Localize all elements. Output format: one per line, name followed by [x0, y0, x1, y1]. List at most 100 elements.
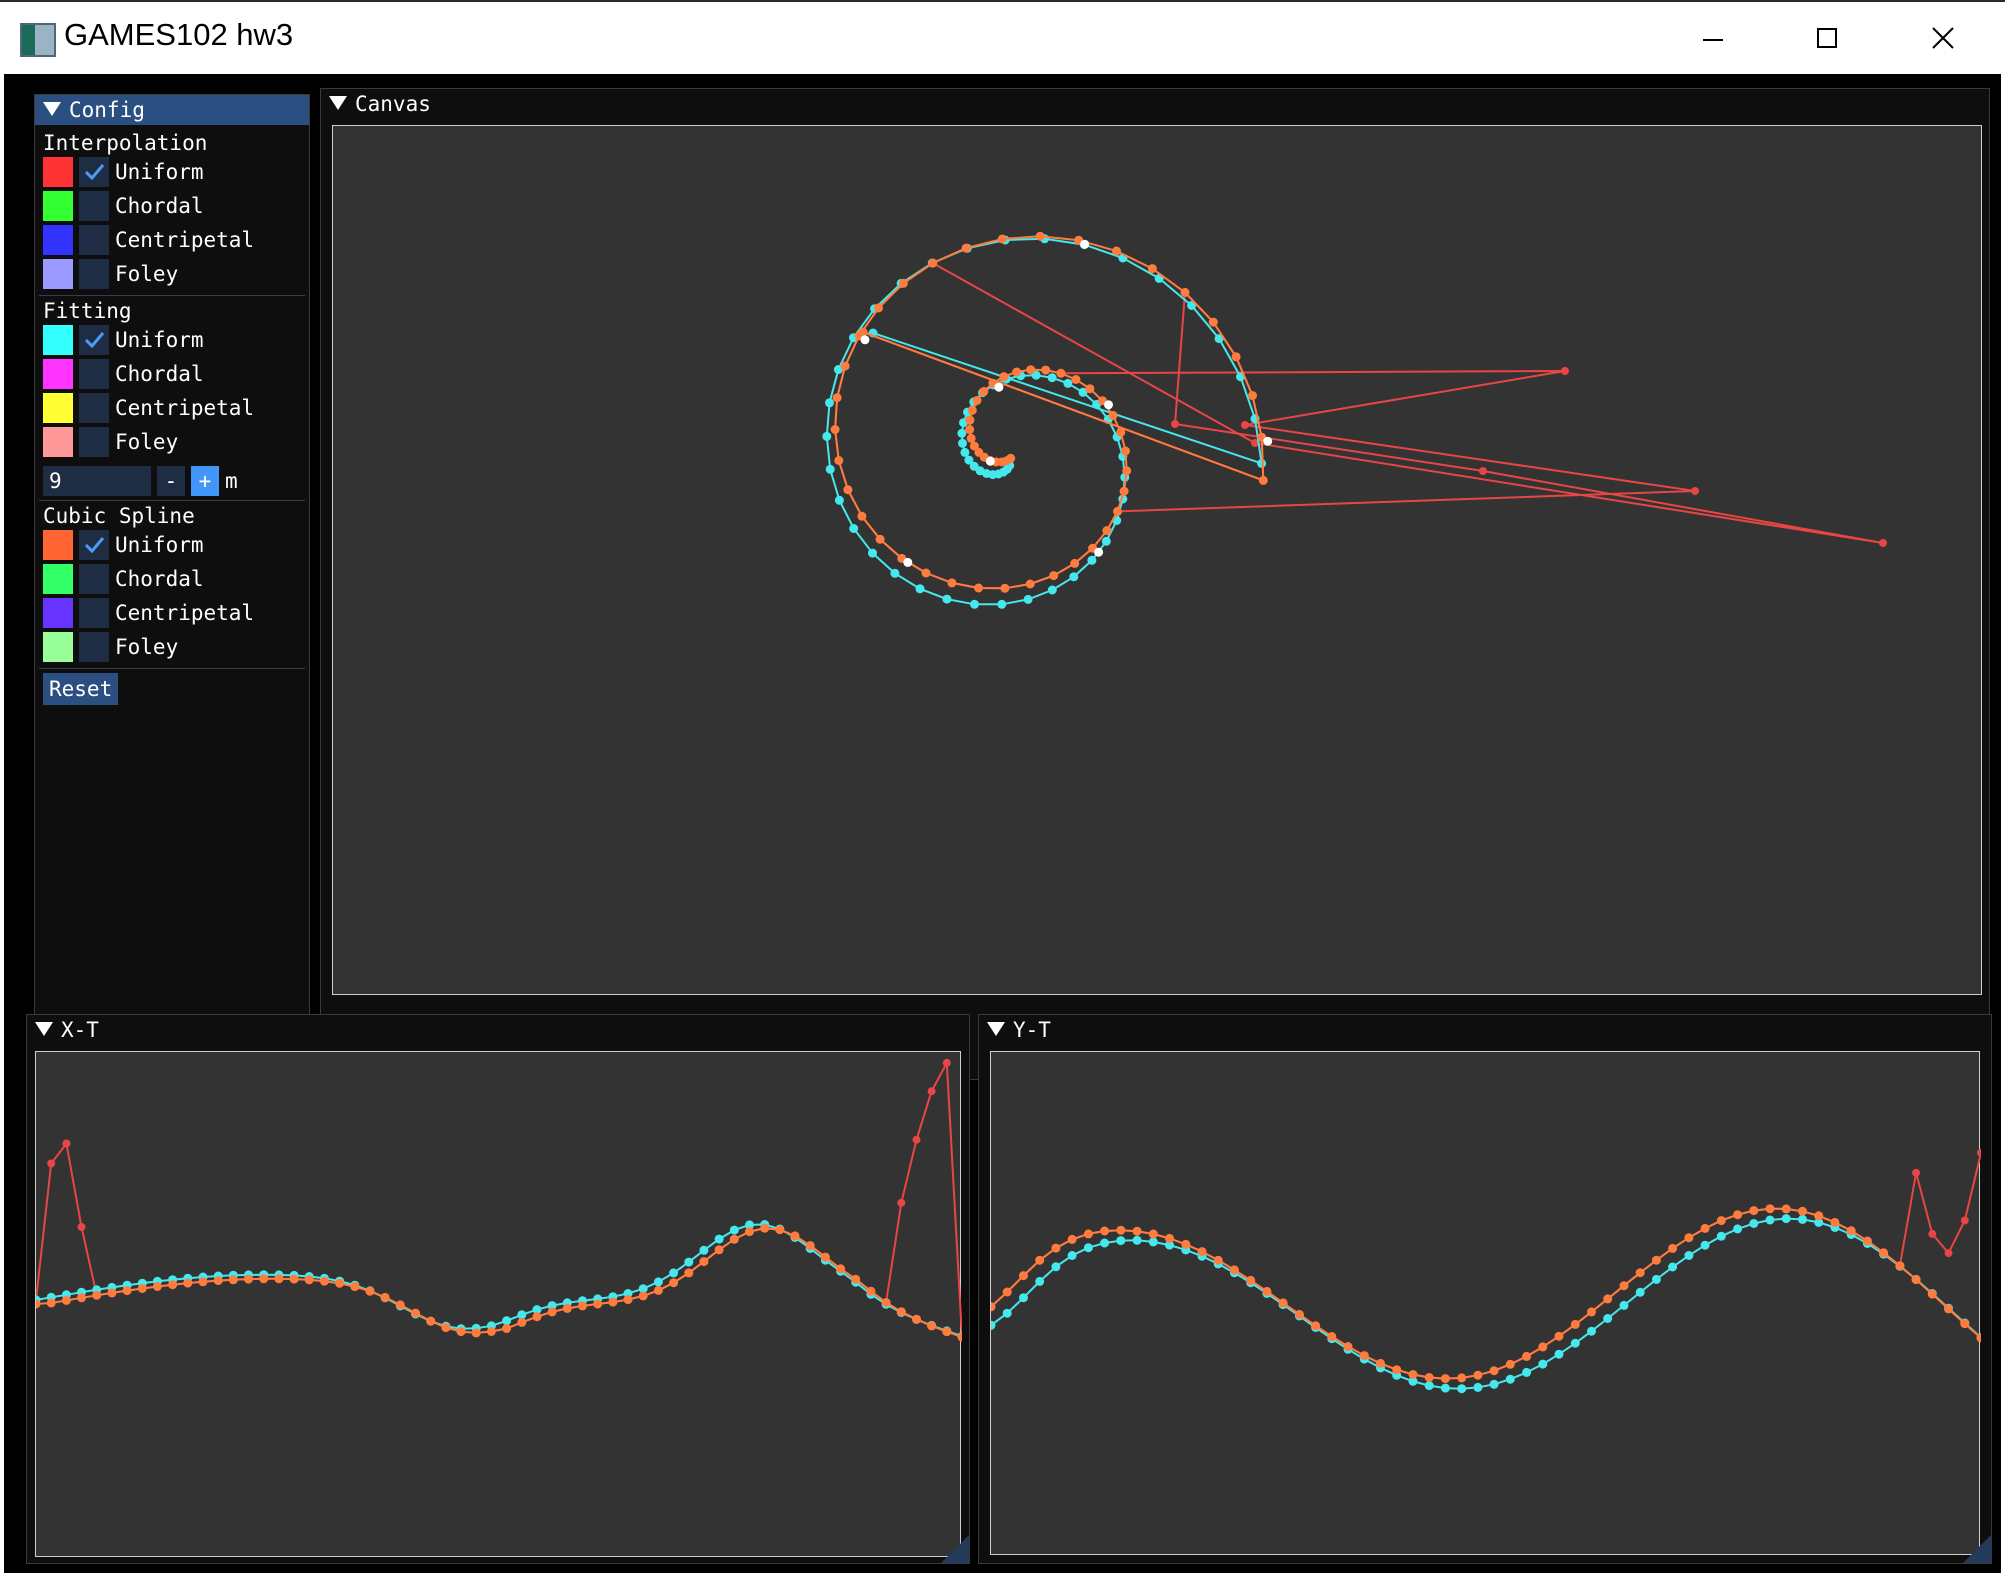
- color-swatch[interactable]: [43, 393, 73, 423]
- color-swatch[interactable]: [43, 530, 73, 560]
- fitting-option[interactable]: Chordal: [43, 359, 204, 389]
- m-input[interactable]: 9: [43, 466, 151, 496]
- spline-uniform-point: [1070, 558, 1080, 568]
- xt-interpolation-point: [897, 1198, 906, 1207]
- checkbox[interactable]: [79, 259, 109, 289]
- spline-uniform-point: [1102, 526, 1112, 536]
- yt-spline-point: [1165, 1233, 1174, 1243]
- m-decrement-button[interactable]: -: [157, 466, 185, 496]
- spline-uniform-point: [1071, 375, 1081, 384]
- resize-grip[interactable]: [941, 1535, 969, 1563]
- cubic-spline-option[interactable]: Centripetal: [43, 598, 254, 628]
- interpolation-uniform-point: [1879, 539, 1887, 547]
- yt-interpolation-point: [1912, 1168, 1921, 1177]
- yt-plot-area[interactable]: [990, 1051, 1981, 1556]
- input-point[interactable]: [1080, 239, 1090, 249]
- checkbox[interactable]: [79, 393, 109, 423]
- interpolation-option[interactable]: Uniform: [43, 157, 204, 187]
- checkbox[interactable]: [79, 632, 109, 662]
- canvas-header[interactable]: Canvas: [321, 89, 1989, 119]
- xt-spline-point: [638, 1291, 648, 1301]
- input-point[interactable]: [1104, 400, 1113, 410]
- checkbox[interactable]: [79, 359, 109, 389]
- separator: [39, 295, 305, 296]
- yt-plot[interactable]: [991, 1052, 1981, 1556]
- input-point[interactable]: [994, 382, 1004, 392]
- color-swatch[interactable]: [43, 259, 73, 289]
- xt-header[interactable]: X-T: [27, 1015, 969, 1045]
- interpolation-option[interactable]: Chordal: [43, 191, 204, 221]
- checkbox[interactable]: [79, 325, 109, 355]
- config-header[interactable]: Config: [35, 95, 309, 125]
- title-bar: GAMES102 hw3: [0, 0, 2005, 74]
- fitting-option[interactable]: Uniform: [43, 325, 204, 355]
- yt-interpolation-line: [991, 1152, 1981, 1380]
- xt-spline-point: [578, 1301, 587, 1311]
- cubic-spline-option[interactable]: Uniform: [43, 530, 204, 560]
- color-swatch[interactable]: [43, 157, 73, 187]
- color-swatch[interactable]: [43, 427, 73, 457]
- canvas-title: Canvas: [355, 92, 431, 116]
- color-swatch[interactable]: [43, 359, 73, 389]
- m-increment-button[interactable]: +: [191, 466, 219, 496]
- color-swatch[interactable]: [43, 632, 73, 662]
- xt-plot-area[interactable]: [35, 1051, 962, 1558]
- yt-spline-point: [1424, 1373, 1434, 1382]
- canvas-plot[interactable]: [333, 126, 1983, 996]
- fitting-option[interactable]: Centripetal: [43, 393, 254, 423]
- yt-spline-point: [1246, 1275, 1256, 1285]
- xt-plot[interactable]: [36, 1052, 962, 1558]
- minimize-button[interactable]: [1658, 2, 1768, 74]
- color-swatch[interactable]: [43, 225, 73, 255]
- xt-spline-point: [335, 1278, 345, 1288]
- yt-spline-point: [1311, 1321, 1321, 1331]
- spline-uniform-point: [1116, 427, 1126, 437]
- input-point[interactable]: [903, 557, 913, 567]
- fitting-uniform-point: [958, 438, 967, 448]
- checkbox[interactable]: [79, 564, 109, 594]
- checkbox[interactable]: [79, 225, 109, 255]
- cubic-spline-option[interactable]: Foley: [43, 632, 178, 662]
- color-swatch[interactable]: [43, 191, 73, 221]
- spline-uniform-point: [1108, 410, 1118, 420]
- yt-header[interactable]: Y-T: [979, 1015, 1991, 1045]
- option-label: Foley: [115, 430, 179, 454]
- yt-spline-point: [1035, 1255, 1045, 1265]
- checkbox[interactable]: [79, 427, 109, 457]
- fitting-uniform-point: [1023, 594, 1033, 604]
- resize-grip[interactable]: [1963, 1535, 1991, 1563]
- yt-spline-point: [1944, 1304, 1953, 1314]
- close-button[interactable]: [1888, 2, 1998, 74]
- input-point[interactable]: [860, 335, 870, 345]
- interpolation-option[interactable]: Centripetal: [43, 225, 254, 255]
- spline-uniform-point: [832, 393, 842, 403]
- yt-fitting-point: [1473, 1382, 1483, 1392]
- cubic-spline-option[interactable]: Chordal: [43, 564, 204, 594]
- m-label: m: [225, 469, 238, 493]
- checkbox[interactable]: [79, 157, 109, 187]
- checkbox[interactable]: [79, 191, 109, 221]
- color-swatch[interactable]: [43, 325, 73, 355]
- yt-spline-point: [1781, 1204, 1791, 1214]
- color-swatch[interactable]: [43, 598, 73, 628]
- maximize-icon: [1817, 28, 1837, 48]
- interpolation-option[interactable]: Foley: [43, 259, 178, 289]
- yt-spline-point: [1392, 1365, 1402, 1375]
- fitting-uniform-point: [997, 599, 1007, 609]
- input-point[interactable]: [1094, 547, 1104, 557]
- spline-uniform-point: [967, 405, 977, 415]
- input-point[interactable]: [1263, 436, 1273, 446]
- xt-spline-point: [137, 1284, 147, 1293]
- maximize-button[interactable]: [1772, 2, 1882, 74]
- xt-spline-point: [213, 1276, 223, 1286]
- fitting-option[interactable]: Foley: [43, 427, 178, 457]
- checkbox[interactable]: [79, 598, 109, 628]
- yt-spline-point: [1213, 1255, 1223, 1265]
- canvas-area[interactable]: [332, 125, 1982, 995]
- checkbox[interactable]: [79, 530, 109, 560]
- reset-button[interactable]: Reset: [43, 673, 119, 705]
- color-swatch[interactable]: [43, 564, 73, 594]
- xt-spline-point: [426, 1316, 436, 1326]
- input-point[interactable]: [985, 456, 995, 466]
- yt-fitting-point: [1522, 1367, 1532, 1377]
